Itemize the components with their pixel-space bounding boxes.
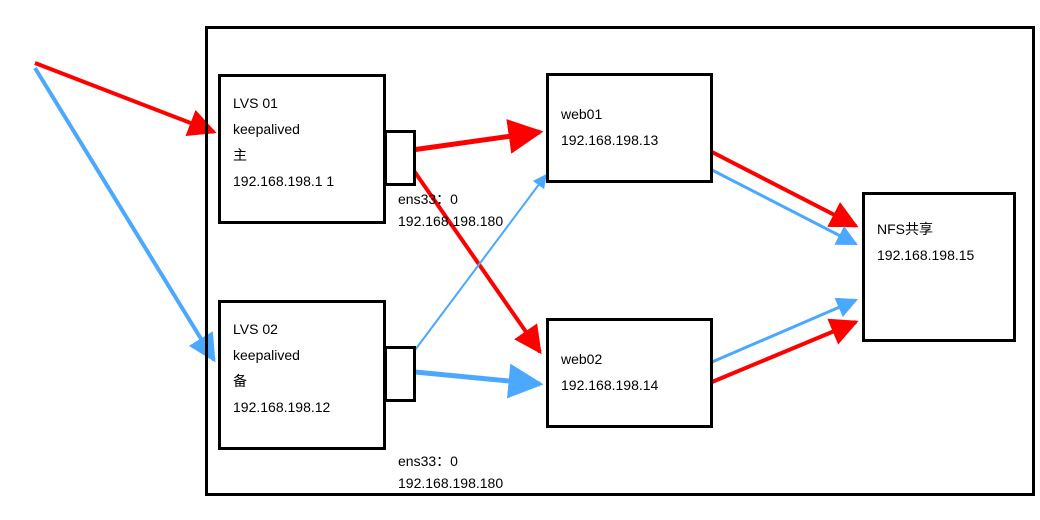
lvs02-keepalived: keepalived [233, 343, 373, 369]
diagram-canvas: LVS 01 keepalived 主 192.168.198.1 1 LVS … [0, 0, 1040, 520]
web02-title: web02 [561, 347, 700, 373]
arrow-entry-to-lvs02 [35, 68, 214, 360]
web02-ip: 192.168.198.14 [561, 373, 700, 399]
ens33-port-lvs01 [384, 130, 416, 186]
ens33-bottom-line2: 192.168.198.180 [398, 472, 503, 494]
node-lvs01: LVS 01 keepalived 主 192.168.198.1 1 [218, 74, 386, 224]
lvs02-title: LVS 02 [233, 317, 373, 343]
arrow-entry-to-lvs01 [35, 63, 214, 132]
nfs-ip: 192.168.198.15 [877, 243, 1003, 269]
node-web01: web01 192.168.198.13 [546, 73, 713, 183]
web01-title: web01 [561, 102, 700, 128]
ens33-label-top: ens33：0 192.168.198.180 [398, 188, 503, 233]
lvs01-ip: 192.168.198.1 1 [233, 169, 373, 195]
lvs01-role: 主 [233, 143, 373, 169]
ens33-bottom-line1: ens33：0 [398, 450, 503, 472]
node-web02: web02 192.168.198.14 [546, 318, 713, 428]
ens33-port-lvs02 [384, 346, 416, 402]
node-lvs02: LVS 02 keepalived 备 192.168.198.12 [218, 300, 386, 450]
node-nfs: NFS共享 192.168.198.15 [862, 192, 1016, 342]
lvs01-title: LVS 01 [233, 91, 373, 117]
lvs02-ip: 192.168.198.12 [233, 395, 373, 421]
nfs-title: NFS共享 [877, 217, 1003, 243]
web01-ip: 192.168.198.13 [561, 128, 700, 154]
ens33-label-bottom: ens33：0 192.168.198.180 [398, 450, 503, 495]
lvs01-keepalived: keepalived [233, 117, 373, 143]
ens33-top-line1: ens33：0 [398, 188, 503, 210]
ens33-top-line2: 192.168.198.180 [398, 210, 503, 232]
lvs02-role: 备 [233, 369, 373, 395]
